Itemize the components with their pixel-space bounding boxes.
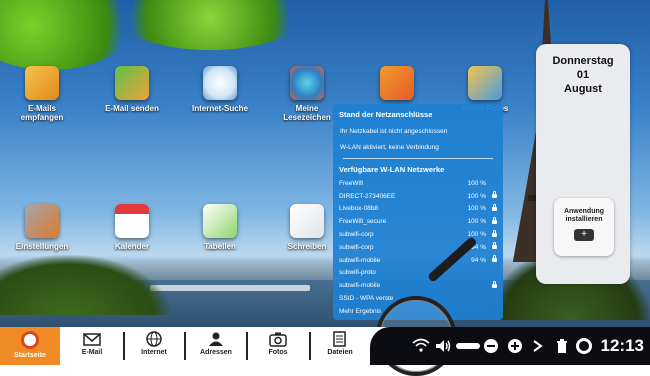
clock-time: 12:13 bbox=[600, 336, 644, 355]
zoom-out-icon[interactable] bbox=[483, 338, 499, 354]
wifi-network-meta: 100 % bbox=[467, 216, 497, 226]
wifi-list-header: Verfügbare W-LAN Netzwerke bbox=[339, 165, 445, 174]
wifi-network-name: Mehr Ergebnis bbox=[339, 307, 382, 315]
icon-tabellen[interactable]: Tabellen bbox=[185, 204, 255, 251]
wifi-icon[interactable] bbox=[412, 338, 430, 354]
wifi-signal-strength: 94 % bbox=[471, 256, 486, 264]
envelope-download-icon bbox=[25, 66, 59, 100]
tree-foliage bbox=[110, 0, 310, 50]
plus-icon: + bbox=[574, 229, 594, 241]
lock-icon bbox=[492, 242, 497, 250]
network-panel-title: Stand der Netzanschlüsse bbox=[339, 110, 433, 119]
wifi-signal-strength: 100 % bbox=[467, 192, 486, 200]
wifi-network-name: DIRECT-273406EE bbox=[339, 192, 396, 200]
lock-icon bbox=[492, 191, 497, 199]
volume-slider[interactable] bbox=[456, 343, 480, 349]
zoom-in-icon[interactable] bbox=[507, 338, 523, 354]
calendar-icon bbox=[115, 204, 149, 238]
globe-www-icon bbox=[203, 66, 237, 100]
wifi-network-meta: 100 % bbox=[468, 180, 497, 187]
lock-icon bbox=[492, 203, 497, 211]
icon-emails-empfangen[interactable]: E-Mails empfangen bbox=[7, 66, 77, 122]
icon-email-senden[interactable]: E-Mail senden bbox=[97, 66, 167, 113]
icon-adressbuch[interactable] bbox=[362, 66, 432, 104]
wifi-network-row[interactable]: subwifi-mobile 94 % bbox=[333, 254, 503, 267]
taskbar-fotos[interactable]: Fotos bbox=[248, 327, 308, 365]
wifi-signal-strength: 100 % bbox=[467, 218, 486, 226]
icon-einstellungen[interactable]: Einstellungen bbox=[7, 204, 77, 251]
taskbar-dateien[interactable]: Dateien bbox=[310, 327, 370, 365]
date-month: August bbox=[564, 83, 602, 95]
wifi-network-row[interactable]: FreeWifi_secure 100 % bbox=[333, 215, 503, 228]
cable-status: Ihr Netzkabel ist nicht angeschlossen bbox=[340, 128, 448, 135]
lock-icon bbox=[492, 216, 497, 224]
wifi-network-row[interactable]: FreeWifi 100 % bbox=[333, 177, 503, 190]
globe-icon bbox=[146, 331, 162, 347]
icon-lesezeichen[interactable]: Meine Lesezeichen bbox=[272, 66, 342, 122]
install-app-label: Anwendung installieren bbox=[563, 208, 605, 223]
envelope-send-icon bbox=[115, 66, 149, 100]
taskbar-adressen[interactable]: Adressen bbox=[186, 327, 246, 365]
wifi-network-meta: 94 % bbox=[471, 255, 497, 264]
wifi-network-name: subwifi-corp bbox=[339, 243, 374, 251]
envelope-icon bbox=[83, 333, 101, 346]
wifi-signal-strength: 100 % bbox=[467, 179, 486, 187]
photos-icon bbox=[468, 66, 502, 100]
wifi-network-row[interactable]: subwifi-mobile bbox=[333, 279, 503, 292]
wifi-network-row[interactable]: subwifi-proto bbox=[333, 267, 503, 280]
wifi-network-name: SSID - WPA verste bbox=[339, 295, 394, 303]
wifi-network-name: FreeWifi bbox=[339, 179, 364, 187]
address-book-icon bbox=[380, 66, 414, 100]
taskbar-email[interactable]: E-Mail bbox=[62, 327, 122, 365]
contacts-icon bbox=[209, 332, 223, 346]
wifi-network-row[interactable]: Livebox-08b8 100 % bbox=[333, 203, 503, 216]
wifi-network-name: subwifi-mobile bbox=[339, 282, 381, 290]
taskbar-internet[interactable]: Internet bbox=[124, 327, 184, 365]
wifi-network-name: subwifi-mobile bbox=[339, 256, 381, 264]
network-status-panel: Stand der Netzanschlüsse Ihr Netzkabel i… bbox=[333, 104, 503, 320]
divider bbox=[343, 158, 493, 159]
wifi-network-name: Livebox-08b8 bbox=[339, 205, 379, 213]
start-logo-icon bbox=[21, 331, 39, 349]
lifebuoy-help-icon[interactable] bbox=[576, 338, 592, 354]
wifi-network-meta: 100 % bbox=[467, 191, 497, 200]
wifi-network-meta bbox=[486, 297, 497, 301]
wifi-network-row[interactable]: subwifi-corp 100 % bbox=[333, 228, 503, 241]
lock-icon bbox=[492, 229, 497, 237]
wifi-network-meta bbox=[486, 309, 497, 313]
wifi-network-name: subwifi-corp bbox=[339, 231, 374, 239]
back-arrow-icon[interactable] bbox=[531, 338, 547, 354]
lock-icon bbox=[492, 255, 497, 263]
date-number: 01 bbox=[576, 69, 590, 81]
camera-icon bbox=[269, 332, 287, 347]
wifi-network-meta bbox=[486, 280, 497, 288]
files-icon bbox=[333, 331, 346, 347]
install-app-widget[interactable]: Anwendung installieren + bbox=[554, 198, 614, 256]
wifi-network-meta: 100 % bbox=[467, 203, 497, 213]
spreadsheet-icon bbox=[203, 204, 237, 238]
tools-icon bbox=[25, 204, 59, 238]
volume-icon[interactable] bbox=[434, 338, 452, 354]
bridge bbox=[150, 285, 310, 291]
lock-icon bbox=[492, 280, 497, 288]
start-button[interactable]: Startseite bbox=[0, 327, 60, 365]
icon-schreiben[interactable]: Schreiben bbox=[272, 204, 342, 251]
wifi-network-row[interactable]: subwifi-corp 94 % bbox=[333, 241, 503, 254]
wifi-network-row[interactable]: DIRECT-273406EE 100 % bbox=[333, 190, 503, 203]
wlan-status: W-LAN aktiviert, keine Verbindung bbox=[340, 144, 439, 151]
bookmark-icon bbox=[290, 66, 324, 100]
document-icon bbox=[290, 204, 324, 238]
trash-icon[interactable] bbox=[554, 338, 570, 354]
wifi-signal-strength: 100 % bbox=[467, 205, 486, 213]
icon-kalender[interactable]: Kalender bbox=[97, 204, 167, 251]
icon-internet-suche[interactable]: Internet-Suche bbox=[185, 66, 255, 113]
wifi-network-name: FreeWifi_secure bbox=[339, 218, 387, 226]
date-day: Donnerstag bbox=[552, 55, 614, 67]
system-tray: 12:13 bbox=[370, 327, 650, 365]
river-bank-trees bbox=[0, 255, 170, 315]
wifi-network-meta bbox=[486, 271, 497, 275]
wifi-network-name: subwifi-proto bbox=[339, 269, 376, 277]
